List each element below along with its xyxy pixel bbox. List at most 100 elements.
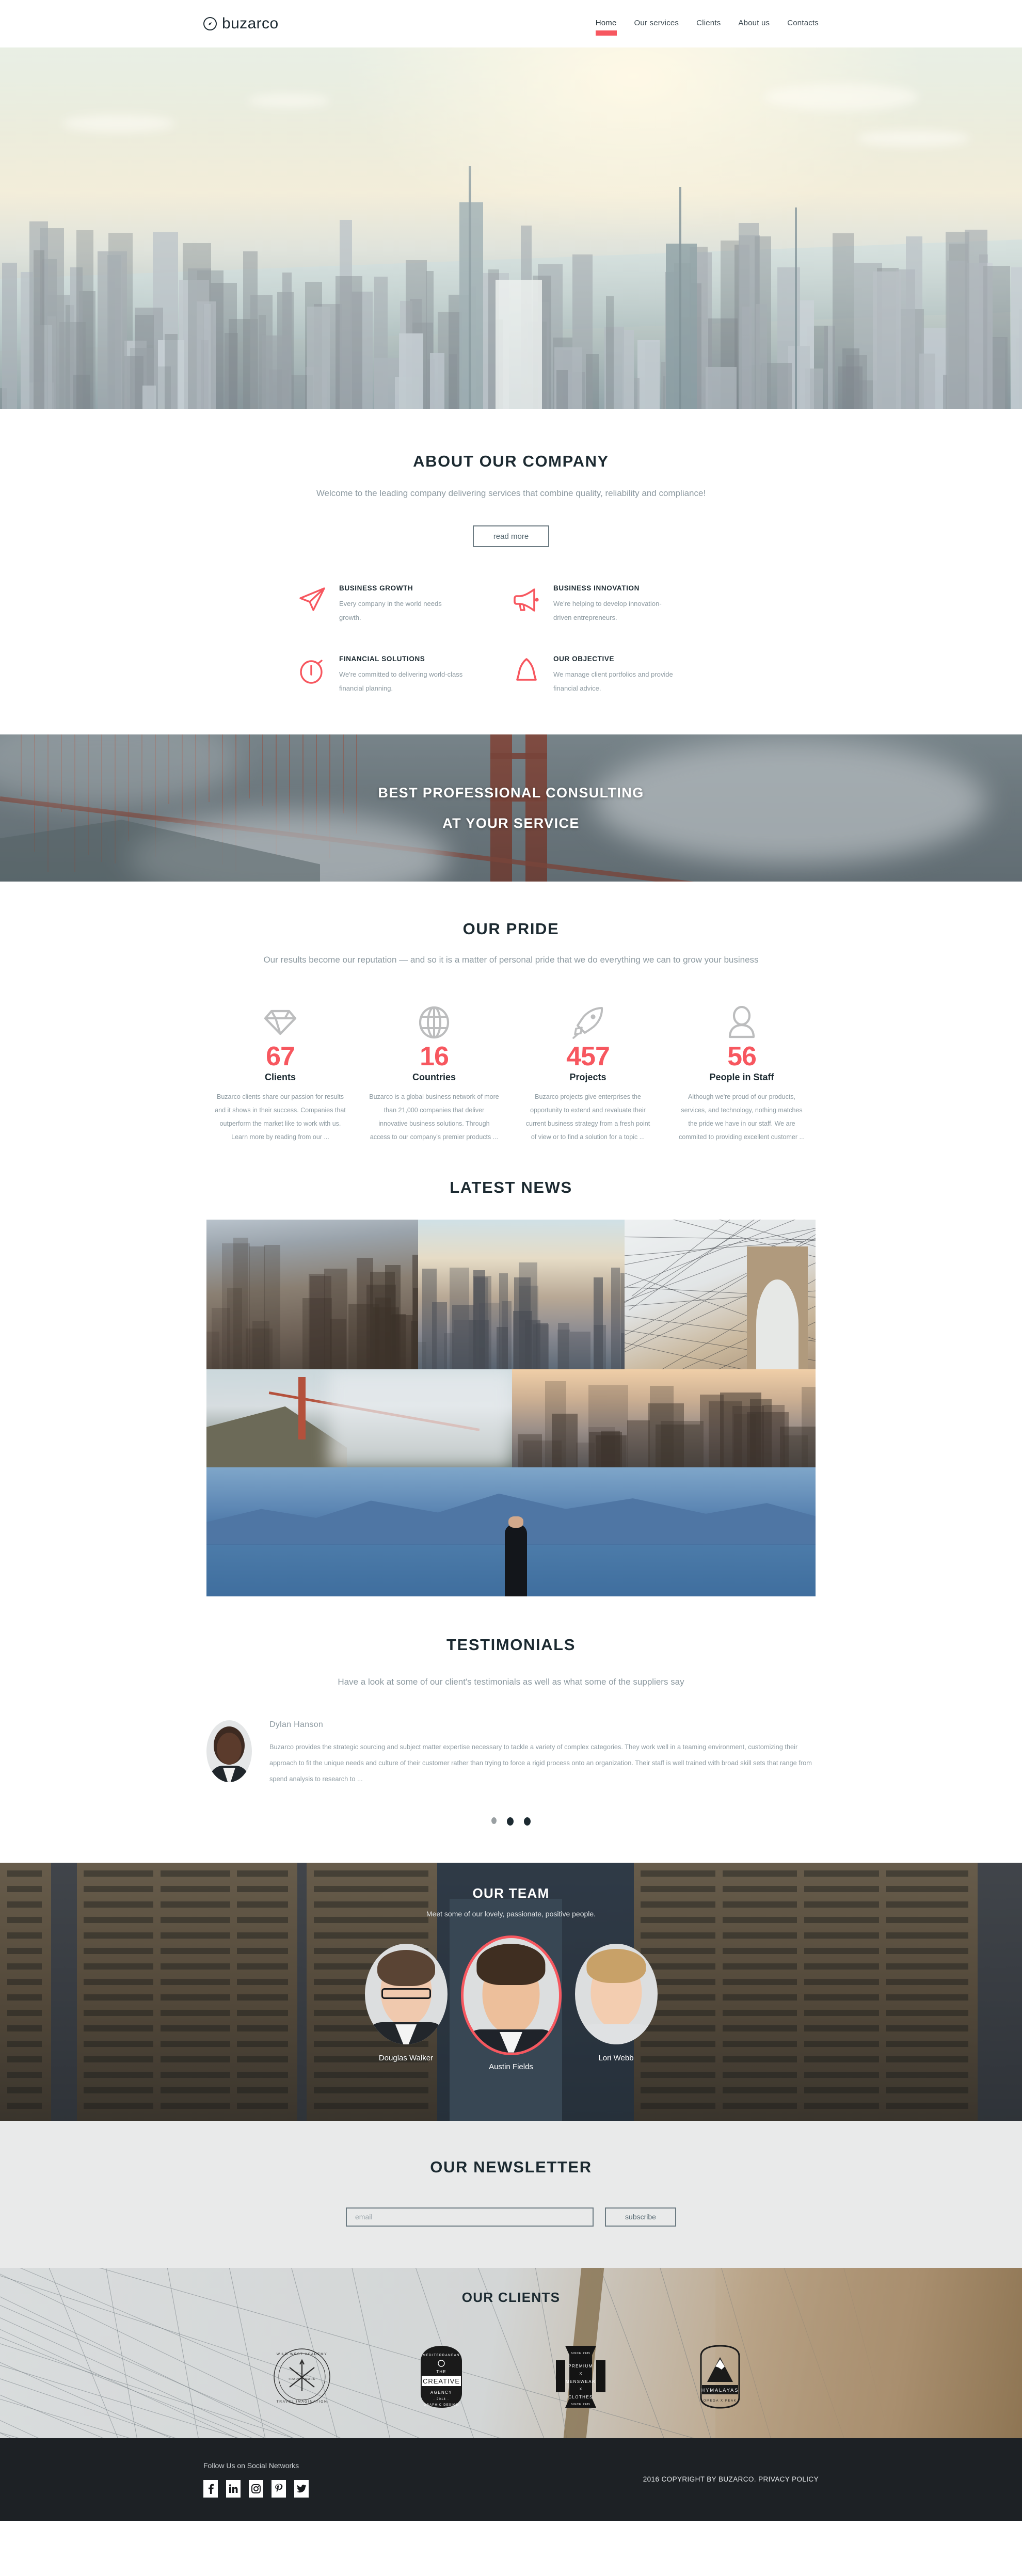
team-member-name: Lori Webb <box>598 2054 634 2063</box>
gallery-item[interactable] <box>206 1219 418 1369</box>
team-member-name: Douglas Walker <box>378 2054 434 2063</box>
pagination-dot[interactable] <box>524 1817 531 1826</box>
svg-text:PREMIUM: PREMIUM <box>568 2364 593 2369</box>
team-member-name: Austin Fields <box>489 2062 533 2071</box>
feature-title: BUSINESS GROWTH <box>339 584 413 592</box>
svg-text:· 2014 ·: · 2014 · <box>434 2398 449 2401</box>
linkedin-icon[interactable] <box>226 2479 241 2498</box>
testimonial-item: Dylan Hanson Buzarco provides the strate… <box>206 1720 816 1787</box>
feature-item: BUSINESS INNOVATION We're helping to dev… <box>511 584 725 625</box>
counter-text: Buzarco is a global business network of … <box>369 1093 499 1141</box>
team-section: OUR TEAM Meet some of our lovely, passio… <box>0 1862 1022 2121</box>
svg-text:AGENCY: AGENCY <box>430 2390 452 2395</box>
pagination-dot[interactable] <box>507 1817 514 1826</box>
team-member[interactable]: Douglas Walker <box>364 1944 448 2063</box>
cloud <box>62 115 175 132</box>
pagination-dot[interactable] <box>491 1817 497 1824</box>
avatar <box>364 1944 448 2045</box>
svg-text:TRAVEL IMAGINATION: TRAVEL IMAGINATION <box>277 2400 328 2404</box>
brand-logo[interactable]: buzarco <box>203 15 279 33</box>
team-title: OUR TEAM <box>472 1885 550 1901</box>
gallery-item[interactable] <box>418 1219 625 1369</box>
site-header: buzarco Home Our services Clients About … <box>0 0 1022 47</box>
megaphone-icon <box>511 584 542 615</box>
email-input[interactable] <box>346 2207 594 2227</box>
about-subtitle: Welcome to the leading company deliverin… <box>316 488 706 498</box>
svg-text:X: X <box>580 2372 582 2376</box>
gallery-item[interactable] <box>206 1467 816 1596</box>
site-footer: Follow Us on Social Networks 2016 COPYRI… <box>0 2438 1022 2521</box>
gallery-item[interactable] <box>625 1219 816 1369</box>
testimonials-subtitle: Have a look at some of our client's test… <box>338 1676 684 1687</box>
latest-news-title: LATEST NEWS <box>450 1178 572 1196</box>
avatar <box>460 1935 562 2055</box>
gallery-row <box>206 1369 816 1467</box>
svg-text:WILD WEST ACADEMY: WILD WEST ACADEMY <box>277 2353 328 2356</box>
social-links <box>203 2479 309 2498</box>
feature-title: FINANCIAL SOLUTIONS <box>339 654 425 663</box>
svg-text:MENSWEAR: MENSWEAR <box>566 2379 596 2384</box>
nav-item-clients[interactable]: Clients <box>696 19 721 29</box>
cloud <box>248 94 330 107</box>
testimonial-text: Buzarco provides the strategic sourcing … <box>269 1742 812 1783</box>
svg-text:TRADE · MARK: TRADE · MARK <box>288 2378 315 2381</box>
client-logo-list: WILD WEST ACADEMY TRAVEL IMAGINATION TRA… <box>0 2345 1022 2409</box>
gallery-item[interactable] <box>206 1369 512 1467</box>
compass-circle-icon <box>203 17 217 30</box>
counter-text: Buzarco projects give enterprises the op… <box>525 1093 650 1141</box>
counter-number: 16 <box>420 1042 449 1072</box>
counter-text: Although we're proud of our products, se… <box>679 1093 805 1141</box>
counter-label: Countries <box>412 1071 456 1082</box>
hero-city-silhouette <box>0 166 1022 409</box>
follow-label: Follow Us on Social Networks <box>203 2461 299 2470</box>
counter-item: 67 Clients Buzarco clients share our pas… <box>203 1002 357 1144</box>
gallery-row <box>206 1219 816 1369</box>
feature-item: FINANCIAL SOLUTIONS We're committed to d… <box>297 655 511 696</box>
svg-text:CLOTHES: CLOTHES <box>568 2395 593 2399</box>
landing-page: buzarco Home Our services Clients About … <box>0 0 1022 2521</box>
banner-line-1: BEST PROFESSIONAL CONSULTING <box>378 785 644 801</box>
feature-text: Every company in the world needs growth. <box>339 599 442 622</box>
cloud <box>764 84 919 110</box>
counter-text: Buzarco clients share our passion for re… <box>215 1093 346 1141</box>
newsletter-section: OUR NEWSLETTER subscribe <box>0 2120 1022 2268</box>
main-nav: Home Our services Clients About us Conta… <box>595 0 819 47</box>
team-member[interactable]: Lori Webb <box>574 1944 658 2063</box>
svg-text:OMEGA X PEAK: OMEGA X PEAK <box>704 2399 737 2403</box>
instagram-icon[interactable] <box>249 2479 263 2498</box>
clients-title: OUR CLIENTS <box>461 2289 561 2305</box>
gallery-item[interactable] <box>512 1369 816 1467</box>
nav-item-our-services[interactable]: Our services <box>634 19 679 29</box>
nav-item-about-us[interactable]: About us <box>738 19 770 29</box>
facebook-icon[interactable] <box>203 2479 218 2498</box>
svg-text:X: X <box>580 2388 582 2391</box>
counter-number: 457 <box>566 1042 610 1072</box>
pinterest-icon[interactable] <box>272 2479 286 2498</box>
nav-item-contacts[interactable]: Contacts <box>787 19 819 29</box>
avatar <box>206 1720 252 1782</box>
feature-text: We manage client portfolios and provide … <box>553 670 673 692</box>
counter-item: 457 Projects Buzarco projects give enter… <box>511 1002 665 1144</box>
latest-news-section: LATEST NEWS <box>0 1144 1022 1596</box>
read-more-button[interactable]: read more <box>473 525 549 547</box>
brand-name: buzarco <box>222 15 279 32</box>
team-member[interactable]: Austin Fields <box>460 1935 562 2071</box>
svg-text:SINCE 1985: SINCE 1985 <box>571 2352 590 2355</box>
team-member-list: Douglas Walker Austin Fields Lori Webb <box>0 1935 1022 2071</box>
pride-subtitle: Our results become our reputation — and … <box>263 955 759 965</box>
pride-title: OUR PRIDE <box>462 920 560 938</box>
feature-text: We're helping to develop innovation-driv… <box>553 599 662 622</box>
counter-label: Projects <box>569 1071 606 1082</box>
client-logo-wild-west-academy[interactable]: WILD WEST ACADEMY TRAVEL IMAGINATION TRA… <box>271 2346 333 2408</box>
twitter-icon[interactable] <box>294 2479 309 2498</box>
paper-plane-icon <box>297 584 328 615</box>
nav-item-home[interactable]: Home <box>595 19 617 36</box>
news-gallery <box>206 1219 816 1596</box>
counter-number: 67 <box>266 1042 295 1072</box>
subscribe-button[interactable]: subscribe <box>605 2207 676 2227</box>
newsletter-title: OUR NEWSLETTER <box>430 2157 592 2176</box>
client-logo-the-creative-agency[interactable]: MEDITERRANEAN THE CREATIVE AGENCY · 2014… <box>410 2345 472 2408</box>
client-logo-hymalayas[interactable]: HYMALAYAS OMEGA X PEAK <box>689 2345 751 2409</box>
svg-text:MEDITERRANEAN: MEDITERRANEAN <box>423 2354 460 2357</box>
client-logo-premium-menswear[interactable]: SINCE 1985 PREMIUM X MENSWEAR X CLOTHES … <box>550 2345 612 2408</box>
